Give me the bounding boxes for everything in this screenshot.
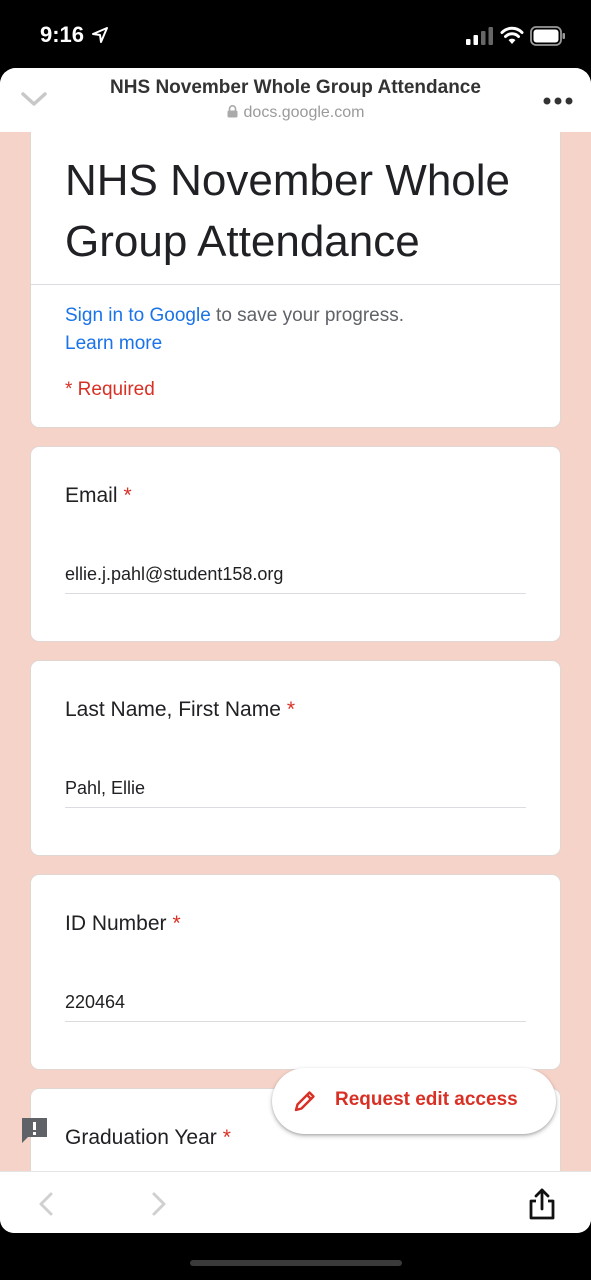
share-icon[interactable] <box>527 1188 557 1220</box>
required-star: * <box>222 1126 231 1149</box>
more-icon[interactable] <box>543 97 573 105</box>
battery-icon <box>530 26 565 46</box>
learn-more-link[interactable]: Learn more <box>65 330 162 358</box>
feedback-icon[interactable] <box>20 1116 49 1145</box>
wifi-icon <box>500 26 524 44</box>
form-header-card: NHS November Whole Group Attendance Sign… <box>30 130 561 428</box>
signin-rest: to save your progress. <box>210 305 405 326</box>
domain-label: docs.google.com <box>0 104 591 122</box>
id-number-input[interactable]: 220464 <box>65 992 125 1013</box>
signin-text: Sign in to Google to save your progress. <box>65 302 404 330</box>
required-star: * <box>172 912 181 935</box>
input-underline <box>65 593 526 594</box>
request-edit-access-button[interactable]: Request edit access <box>272 1068 556 1134</box>
signin-link[interactable]: Sign in to Google <box>65 305 211 326</box>
location-arrow-icon <box>92 27 108 43</box>
browser-header: NHS November Whole Group Attendance docs… <box>0 68 591 132</box>
form-title: NHS November Whole Group Attendance <box>65 156 511 266</box>
question-label: ID Number * <box>65 912 181 935</box>
page-title: NHS November Whole Group Attendance <box>110 77 481 98</box>
question-label: Email * <box>65 484 132 507</box>
status-time: 9:16 <box>40 22 85 47</box>
browser-toolbar <box>0 1171 591 1233</box>
question-label: Last Name, First Name * <box>65 698 296 721</box>
question-name: Last Name, First Name * Pahl, Ellie <box>30 660 561 856</box>
input-underline <box>65 1021 526 1022</box>
question-id-number: ID Number * 220464 <box>30 874 561 1070</box>
forward-arrow-icon[interactable] <box>150 1191 168 1217</box>
name-input[interactable]: Pahl, Ellie <box>65 778 145 799</box>
question-label: Graduation Year * <box>65 1126 231 1149</box>
browser-sheet: NHS November Whole Group Attendance Sign… <box>0 68 591 1233</box>
required-star: * <box>286 698 296 721</box>
input-underline <box>65 807 526 808</box>
signal-icon <box>466 27 493 45</box>
divider <box>31 284 560 285</box>
required-star: * <box>123 484 132 507</box>
lock-icon <box>227 105 238 118</box>
fab-label: Request edit access <box>335 1089 518 1110</box>
back-arrow-icon[interactable] <box>37 1191 55 1217</box>
pencil-icon <box>294 1091 315 1112</box>
status-bar: 9:16 <box>0 0 591 70</box>
question-email: Email * ellie.j.pahl@student158.org <box>30 446 561 642</box>
home-indicator[interactable] <box>190 1260 402 1266</box>
email-input[interactable]: ellie.j.pahl@student158.org <box>65 564 283 585</box>
required-note: * Required <box>65 379 155 400</box>
